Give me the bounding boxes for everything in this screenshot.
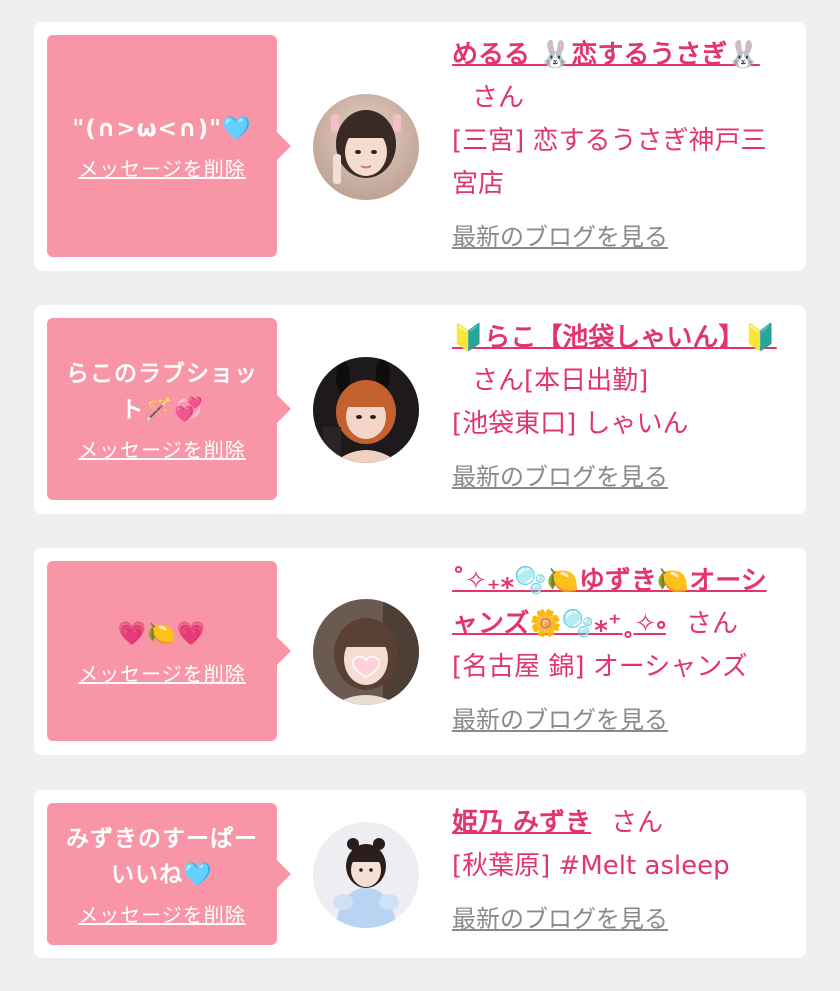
avatar[interactable] [313, 94, 419, 200]
honorific: さん [611, 808, 664, 838]
favorites-list: "(∩>ω<∩)"🩵 メッセージを削除 めるる 🐰恋するうさぎ🐰さん [三宮] … [0, 0, 840, 991]
shop-info: [三宮] 恋するうさぎ神戸三宮店 [452, 126, 767, 199]
latest-blog-link[interactable]: 最新のブログを見る [452, 456, 668, 499]
favorite-card: "(∩>ω<∩)"🩵 メッセージを削除 めるる 🐰恋するうさぎ🐰さん [三宮] … [34, 22, 806, 271]
profile-info: 🔰らこ【池袋しゃいん】🔰 さん[本日出勤] [池袋東口] しゃいん 最新のブログを… [452, 317, 786, 499]
latest-blog-link[interactable]: 最新のブログを見る [452, 699, 668, 742]
message-text: みずきのすーぱーいいね🩵 [66, 825, 258, 888]
delete-message-link[interactable]: メッセージを削除 [78, 899, 246, 928]
latest-blog-link[interactable]: 最新のブログを見る [452, 898, 668, 941]
shop-info: [池袋東口] しゃいん [452, 409, 689, 439]
message-bubble: みずきのすーぱーいいね🩵 メッセージを削除 [47, 803, 291, 945]
cast-name-link[interactable]: 🔰らこ【池袋しゃいん】🔰 [452, 323, 777, 353]
cast-name-link[interactable]: めるる 🐰恋するうさぎ🐰 [452, 40, 760, 70]
profile-info: めるる 🐰恋するうさぎ🐰 さん [三宮] 恋するうさぎ神戸三宮店 最新のブログを見… [452, 34, 786, 259]
message-text: "(∩>ω<∩)"🩵 [72, 115, 252, 142]
favorite-card: らこのラブショット🪄💞 メッセージを削除 🔰らこ【池袋しゃいん】🔰 さん[本日出勤… [34, 305, 806, 514]
honorific: さん [685, 609, 738, 639]
message-bubble: らこのラブショット🪄💞 メッセージを削除 [47, 318, 291, 500]
delete-message-link[interactable]: メッセージを削除 [78, 658, 246, 687]
status-text: [本日出勤] [524, 366, 649, 396]
shop-info: [名古屋 錦] オーシャンズ [452, 652, 748, 682]
avatar[interactable] [313, 822, 419, 928]
shop-info: [秋葉原] #Melt asleep [452, 851, 730, 881]
message-bubble: 💗🍋💗 メッセージを削除 [47, 561, 291, 741]
avatar[interactable] [313, 357, 419, 463]
favorite-card: みずきのすーぱーいいね🩵 メッセージを削除 姫乃 みずき さん [秋葉原] #Me… [34, 790, 806, 958]
delete-message-link[interactable]: メッセージを削除 [78, 153, 246, 182]
avatar[interactable] [313, 599, 419, 705]
message-text: らこのラブショット🪄💞 [66, 360, 258, 423]
profile-info: 姫乃 みずき さん [秋葉原] #Melt asleep 最新のブログを見る [452, 802, 786, 941]
latest-blog-link[interactable]: 最新のブログを見る [452, 216, 668, 259]
profile-info: ˚✧₊⁎🫧🍋ゆずき🍋オーシャンズ🌼🫧⁎⁺˳✧༚ さん [名古屋 錦] オーシャンズ… [452, 560, 786, 742]
cast-name-link[interactable]: 姫乃 みずき [452, 808, 591, 838]
favorite-card: 💗🍋💗 メッセージを削除 ˚✧₊⁎🫧🍋ゆずき🍋オーシャンズ🌼🫧⁎⁺˳✧༚ さん [… [34, 548, 806, 755]
honorific: さん [472, 366, 525, 396]
delete-message-link[interactable]: メッセージを削除 [78, 434, 246, 463]
message-text: 💗🍋💗 [117, 620, 207, 647]
honorific: さん [472, 83, 525, 113]
message-bubble: "(∩>ω<∩)"🩵 メッセージを削除 [47, 35, 291, 257]
